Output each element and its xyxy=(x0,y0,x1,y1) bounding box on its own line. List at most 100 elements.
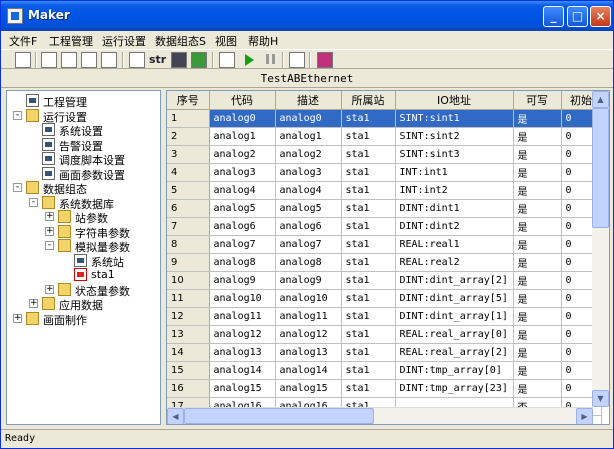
table-cell[interactable]: analog8 xyxy=(275,253,342,272)
tree-item[interactable]: + 应用数据 xyxy=(7,297,157,312)
menu-file[interactable]: 文件F xyxy=(9,33,37,49)
table-cell[interactable]: analog10 xyxy=(275,289,342,308)
table-cell[interactable]: sta1 xyxy=(341,181,396,200)
table-cell[interactable]: analog11 xyxy=(209,307,276,326)
table-cell[interactable]: SINT:sint1 xyxy=(395,109,514,128)
status-params-icon[interactable] xyxy=(191,52,207,68)
table-row[interactable]: 8 analog7 analog7 sta1 REAL:real1 是 0 xyxy=(167,235,602,254)
menu-project[interactable]: 工程管理 xyxy=(49,33,93,49)
column-header[interactable]: 序号 xyxy=(167,91,210,110)
table-cell[interactable]: analog7 xyxy=(275,235,342,254)
table-cell[interactable]: 16 xyxy=(167,379,210,398)
table-cell[interactable]: 14 xyxy=(167,343,210,362)
collapse-icon[interactable]: - xyxy=(13,183,22,192)
table-cell[interactable]: DINT:dint2 xyxy=(395,217,514,236)
table-row[interactable]: 13 analog12 analog12 sta1 REAL:real_array[0]… xyxy=(167,325,602,344)
table-cell[interactable]: DINT:dint1 xyxy=(395,199,514,218)
table-cell[interactable]: 是 xyxy=(513,379,562,398)
table-cell[interactable]: 是 xyxy=(513,235,562,254)
menu-data-config[interactable]: 数据组态S xyxy=(155,33,206,49)
table-cell[interactable]: analog9 xyxy=(209,271,276,290)
table-cell[interactable]: analog5 xyxy=(209,199,276,218)
collapse-icon[interactable]: - xyxy=(45,241,54,250)
table-cell[interactable]: analog1 xyxy=(209,127,276,146)
horizontal-scroll-thumb[interactable] xyxy=(184,408,374,424)
table-cell[interactable]: analog12 xyxy=(275,325,342,344)
station-icon[interactable] xyxy=(129,52,145,68)
tree-item[interactable]: + 状态量参数 xyxy=(7,282,157,298)
table-cell[interactable]: analog13 xyxy=(209,343,276,362)
table-row[interactable]: 6 analog5 analog5 sta1 DINT:dint1 是 0 xyxy=(167,199,602,218)
table-cell[interactable]: REAL:real_array[2] xyxy=(395,343,514,362)
column-header[interactable]: IO地址 xyxy=(395,91,514,110)
pause-icon[interactable] xyxy=(263,52,279,68)
system-settings-icon[interactable] xyxy=(41,52,57,68)
table-cell[interactable]: sta1 xyxy=(341,109,396,128)
table-cell[interactable]: sta1 xyxy=(341,199,396,218)
table-cell[interactable]: 11 xyxy=(167,289,210,308)
table-cell[interactable]: 3 xyxy=(167,145,210,164)
table-row[interactable]: 16 analog15 analog15 sta1 DINT:tmp_array[23]… xyxy=(167,379,602,398)
table-cell[interactable]: 是 xyxy=(513,271,562,290)
table-cell[interactable]: analog4 xyxy=(209,181,276,200)
expand-icon[interactable]: + xyxy=(45,212,54,221)
table-cell[interactable]: SINT:sint2 xyxy=(395,127,514,146)
table-cell[interactable]: analog6 xyxy=(209,217,276,236)
table-cell[interactable]: 是 xyxy=(513,109,562,128)
table-cell[interactable]: analog4 xyxy=(275,181,342,200)
expand-icon[interactable]: + xyxy=(45,284,54,294)
table-cell[interactable]: DINT:tmp_array[23] xyxy=(395,379,514,398)
table-cell[interactable]: 5 xyxy=(167,181,210,200)
book-icon[interactable] xyxy=(317,52,333,68)
table-row[interactable]: 3 analog2 analog2 sta1 SINT:sint3 是 0 xyxy=(167,145,602,164)
table-cell[interactable]: analog6 xyxy=(275,217,342,236)
analog-params-icon[interactable] xyxy=(171,52,187,68)
column-header[interactable]: 代码 xyxy=(209,91,276,110)
table-cell[interactable]: analog11 xyxy=(275,307,342,326)
table-cell[interactable]: sta1 xyxy=(341,379,396,398)
table-cell[interactable]: DINT:dint_array[1] xyxy=(395,307,514,326)
table-cell[interactable]: INT:int2 xyxy=(395,181,514,200)
table-cell[interactable]: 是 xyxy=(513,145,562,164)
table-cell[interactable]: 是 xyxy=(513,217,562,236)
collapse-icon[interactable]: - xyxy=(13,110,22,120)
title-bar[interactable]: Maker _ □ × xyxy=(1,1,613,31)
column-header[interactable]: 描述 xyxy=(275,91,342,110)
run-icon[interactable] xyxy=(245,54,254,66)
table-cell[interactable]: 2 xyxy=(167,127,210,146)
table-cell[interactable]: analog10 xyxy=(209,289,276,308)
tree-item[interactable]: - 模拟量参数 xyxy=(7,239,157,254)
table-cell[interactable]: 15 xyxy=(167,361,210,380)
table-cell[interactable]: analog5 xyxy=(275,199,342,218)
project-tree[interactable]: 工程管理 - 运行设置 系统设置 告警设置 调度脚本设置 画面参数设置 - 数据组态 - 系统数据库… xyxy=(6,90,161,425)
table-cell[interactable]: 6 xyxy=(167,199,210,218)
tree-item[interactable]: 系统设置 xyxy=(7,123,157,138)
table-cell[interactable]: REAL:real2 xyxy=(395,253,514,272)
table-cell[interactable]: INT:int1 xyxy=(395,163,514,182)
table-cell[interactable]: analog7 xyxy=(209,235,276,254)
table-row[interactable]: 9 analog8 analog8 sta1 REAL:real2 是 0 xyxy=(167,253,602,272)
column-header[interactable]: 可写 xyxy=(513,91,562,110)
tree-item[interactable]: + 站参数 xyxy=(7,210,157,225)
table-cell[interactable]: analog2 xyxy=(275,145,342,164)
table-cell[interactable]: 是 xyxy=(513,127,562,146)
tree-item[interactable]: 系统站 xyxy=(7,253,157,269)
table-row[interactable]: 15 analog14 analog14 sta1 DINT:tmp_array[0] 是… xyxy=(167,361,602,380)
table-cell[interactable]: 10 xyxy=(167,271,210,290)
screen-params-icon[interactable] xyxy=(101,52,117,68)
vertical-scroll-thumb[interactable] xyxy=(592,108,609,228)
string-params-button[interactable]: str xyxy=(149,53,166,66)
scroll-up-icon[interactable]: ▲ xyxy=(592,91,609,108)
table-cell[interactable]: sta1 xyxy=(341,235,396,254)
table-cell[interactable]: 1 xyxy=(167,109,210,128)
table-cell[interactable]: 是 xyxy=(513,163,562,182)
expand-icon[interactable]: + xyxy=(13,313,22,323)
table-row[interactable]: 2 analog1 analog1 sta1 SINT:sint2 是 0 xyxy=(167,127,602,146)
table-row[interactable]: 10 analog9 analog9 sta1 DINT:dint_array[2] 是 0 xyxy=(167,271,602,290)
table-cell[interactable]: analog8 xyxy=(209,253,276,272)
table-cell[interactable]: 是 xyxy=(513,343,562,362)
table-cell[interactable]: 是 xyxy=(513,181,562,200)
table-cell[interactable]: sta1 xyxy=(341,127,396,146)
table-cell[interactable]: analog15 xyxy=(275,379,342,398)
vertical-scrollbar[interactable]: ▲ ▼ xyxy=(592,91,609,407)
